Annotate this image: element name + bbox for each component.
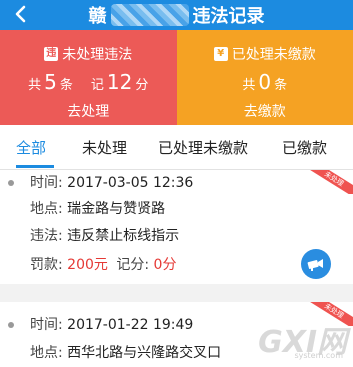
camera-icon[interactable]: [301, 249, 331, 279]
yuan-badge-icon: ¥: [213, 47, 228, 61]
points-value: 0分: [153, 257, 177, 273]
list-item[interactable]: 未处理 时间: 2017-03-05 12:36 地点: 瑞金路与赞贤路 违法:…: [0, 170, 353, 284]
tab-all[interactable]: 全部: [16, 137, 46, 158]
record-place: 地点: 西华北路与兴隆路交叉口: [30, 345, 222, 361]
points-prefix: 记: [90, 78, 104, 93]
fine-amount: 200元: [67, 257, 108, 273]
unprocessed-points: 12: [106, 70, 133, 94]
unpaid-count: 0: [258, 70, 272, 94]
unpaid-title: 已处理未缴款: [231, 47, 316, 63]
tab-unprocessed[interactable]: 未处理: [82, 137, 127, 158]
points-unit: 分: [135, 78, 149, 93]
tab-paid[interactable]: 已缴款: [282, 137, 327, 158]
watermark-logo: GXI网 system.com: [258, 325, 347, 360]
go-pay-button[interactable]: 去缴款: [177, 101, 353, 121]
page-title-left: 赣: [88, 6, 107, 27]
tab-processed-unpaid[interactable]: 已处理未缴款: [158, 137, 248, 158]
page-title: 赣 违法记录: [0, 0, 353, 30]
timeline-dot: [8, 180, 14, 186]
count-prefix: 共: [28, 78, 42, 93]
header-bar: 赣 违法记录: [0, 0, 353, 30]
record-violation: 违法: 违反禁止标线指示: [30, 228, 180, 244]
record-time: 时间: 2017-01-22 19:49: [30, 317, 194, 333]
unprocessed-card[interactable]: 违 未处理违法 共 5 条 记 12 分 去处理: [0, 30, 177, 125]
record-place: 地点: 瑞金路与赞贤路: [30, 201, 166, 217]
violation-badge-icon: 违: [44, 47, 59, 61]
page-title-right: 违法记录: [192, 6, 265, 27]
count-prefix: 共: [242, 78, 256, 93]
filter-tabs: 全部 未处理 已处理未缴款 已缴款: [0, 125, 353, 170]
unprocessed-title: 未处理违法: [62, 47, 133, 63]
count-unit: 条: [274, 78, 288, 93]
record-time: 时间: 2017-03-05 12:36: [30, 175, 194, 191]
go-process-button[interactable]: 去处理: [0, 101, 177, 121]
count-unit: 条: [59, 78, 73, 93]
status-corner-tag: 未处理: [309, 170, 353, 194]
unprocessed-count: 5: [44, 70, 57, 94]
active-tab-indicator: [16, 165, 54, 168]
record-fine: 罚款: 200元 记分: 0分: [30, 257, 177, 273]
summary-cards: 违 未处理违法 共 5 条 记 12 分 去处理 ¥ 已处理未缴款 共 0 条 …: [0, 30, 353, 125]
unpaid-card[interactable]: ¥ 已处理未缴款 共 0 条 去缴款: [176, 30, 353, 125]
title-scribble-mask: [110, 4, 189, 26]
timeline-dot: [8, 322, 14, 328]
